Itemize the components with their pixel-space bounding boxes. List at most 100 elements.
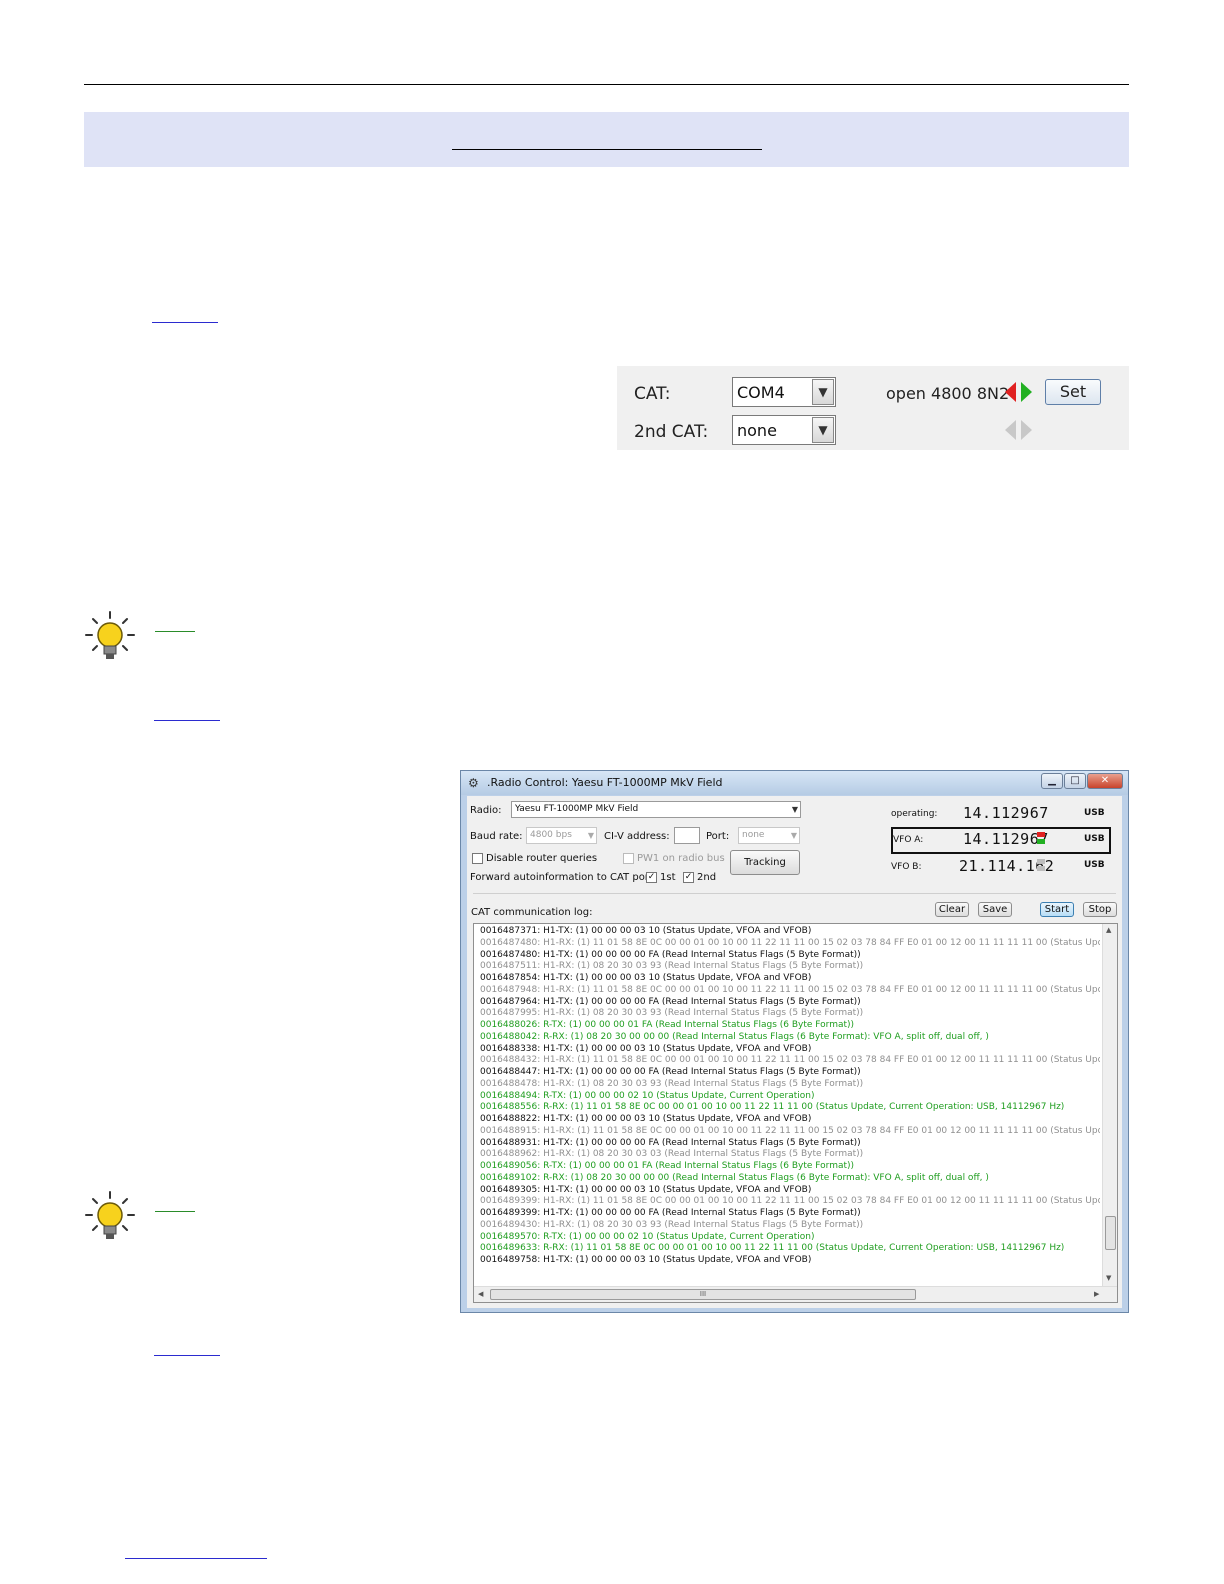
cat-label: CAT: <box>634 384 671 404</box>
vfo-a-label: VFO A: <box>893 835 924 845</box>
scroll-left-icon[interactable]: ◀ <box>478 1290 483 1298</box>
port-status-text: open 4800 8N2 <box>886 384 1010 403</box>
log-line: 0016488962: H1-RX: (1) 08 20 30 03 03 (R… <box>480 1149 864 1160</box>
minimize-button[interactable]: ▁ <box>1041 773 1063 789</box>
forward-2nd-label: 2nd <box>697 872 717 883</box>
log-line: 0016488338: H1-TX: (1) 00 00 00 03 10 (S… <box>480 1043 812 1054</box>
operating-mode: USB <box>1084 808 1105 818</box>
forward-2nd-checkbox[interactable]: ✓ <box>683 872 694 883</box>
save-button[interactable]: Save <box>978 902 1012 917</box>
civ-address-label: CI-V address: <box>604 831 670 842</box>
baud-rate-select[interactable]: 4800 bps ▼ <box>526 827 597 844</box>
second-cat-label: 2nd CAT: <box>634 422 709 442</box>
rx-arrow-icon <box>1021 382 1032 402</box>
vfo-b-label: VFO B: <box>891 862 922 872</box>
log-line: 0016489305: H1-TX: (1) 00 00 00 03 10 (S… <box>480 1184 812 1195</box>
scroll-up-icon[interactable]: ▲ <box>1106 926 1111 934</box>
civ-address-input[interactable] <box>674 827 700 844</box>
second-cat-port-select[interactable]: none ▼ <box>732 415 836 445</box>
radio-select-value: Yaesu FT-1000MP MkV Field <box>515 804 639 814</box>
disable-router-label: Disable router queries <box>486 853 598 864</box>
log-line: 0016489056: R-TX: (1) 00 00 00 01 FA (Re… <box>480 1161 855 1171</box>
hyperlink[interactable] <box>154 720 220 721</box>
radio-label: Radio: <box>470 805 502 816</box>
log-line: 0016487854: H1-TX: (1) 00 00 00 03 10 (S… <box>480 973 812 983</box>
cat-log[interactable]: 0016487371: H1-TX: (1) 00 00 00 03 10 (S… <box>473 923 1118 1303</box>
log-line: 0016487480: H1-RX: (1) 11 01 58 8E 0C 00… <box>480 937 1100 948</box>
header-title-underline <box>452 149 762 150</box>
log-line: 0016488931: H1-TX: (1) 00 00 00 00 FA (R… <box>480 1137 861 1148</box>
cat-port-select[interactable]: COM4 ▼ <box>732 377 836 407</box>
radio-control-window: ⚙ .Radio Control: Yaesu FT-1000MP MkV Fi… <box>460 770 1129 1313</box>
header-band <box>84 112 1129 167</box>
chevron-down-icon[interactable]: ▼ <box>812 417 834 443</box>
log-line: 0016489430: H1-RX: (1) 08 20 30 03 93 (R… <box>480 1219 864 1230</box>
log-line: 0016488432: H1-RX: (1) 11 01 58 8E 0C 00… <box>480 1055 1100 1066</box>
log-lines: 0016487371: H1-TX: (1) 00 00 00 03 10 (S… <box>480 926 1100 1267</box>
log-label: CAT communication log: <box>471 907 593 918</box>
baud-rate-label: Baud rate: <box>470 831 523 842</box>
lightbulb-icon <box>85 1191 135 1239</box>
log-line: 0016488026: R-TX: (1) 00 00 00 01 FA (Re… <box>480 1020 855 1030</box>
stop-button[interactable]: Stop <box>1083 902 1117 917</box>
log-line: 0016487480: H1-TX: (1) 00 00 00 00 FA (R… <box>480 949 861 960</box>
cat-port-panel: CAT: COM4 ▼ open 4800 8N2 Set 2nd CAT: n… <box>617 366 1129 450</box>
set-button[interactable]: Set <box>1045 379 1101 405</box>
scroll-right-icon[interactable]: ▶ <box>1094 1290 1099 1298</box>
vertical-scrollbar[interactable]: ▲ ▼ <box>1102 924 1117 1286</box>
log-line: 0016489399: H1-RX: (1) 11 01 58 8E 0C 00… <box>480 1196 1100 1207</box>
forward-1st-label: 1st <box>660 872 676 883</box>
hyperlink[interactable] <box>125 1558 267 1559</box>
app-icon: ⚙ <box>468 776 479 790</box>
vfo-a-tx-indicator <box>1037 832 1045 837</box>
log-line: 0016487511: H1-RX: (1) 08 20 30 03 93 (R… <box>480 961 864 972</box>
close-button[interactable]: ✕ <box>1087 773 1123 789</box>
clear-button[interactable]: Clear <box>935 902 969 917</box>
pw1-checkbox[interactable] <box>623 853 634 864</box>
chevron-down-icon[interactable]: ▼ <box>812 379 834 405</box>
port-select[interactable]: none ▼ <box>738 827 800 844</box>
cat-port-value: COM4 <box>737 383 785 402</box>
section-divider <box>473 893 1116 894</box>
vfo-b-rx-indicator <box>1037 866 1045 871</box>
log-line: 0016487995: H1-RX: (1) 08 20 30 03 93 (R… <box>480 1008 864 1019</box>
second-cat-port-value: none <box>737 421 777 440</box>
log-line: 0016487371: H1-TX: (1) 00 00 00 03 10 (S… <box>480 926 812 936</box>
vfo-a-frequency: 14.112967 <box>963 830 1049 848</box>
start-button[interactable]: Start <box>1040 902 1074 917</box>
baud-rate-value: 4800 bps <box>530 830 572 840</box>
port-label: Port: <box>706 831 730 842</box>
horizontal-scrollbar[interactable]: ◀ III ▶ <box>474 1286 1117 1302</box>
tx-rx-indicator-icon <box>1005 382 1032 402</box>
forward-1st-checkbox[interactable]: ✓ <box>646 872 657 883</box>
log-line: 0016488447: H1-TX: (1) 00 00 00 00 FA (R… <box>480 1067 861 1077</box>
log-line: 0016489102: R-RX: (1) 08 20 30 00 00 00 … <box>480 1172 989 1183</box>
forward-label: Forward autoinformation to CAT port: <box>470 872 657 883</box>
inactive-indicator-icon <box>1005 420 1032 440</box>
log-line: 0016487948: H1-RX: (1) 11 01 58 8E 0C 00… <box>480 984 1100 995</box>
chevron-down-icon: ▼ <box>587 831 594 840</box>
scroll-thumb[interactable]: III <box>490 1289 916 1300</box>
log-line: 0016489570: R-TX: (1) 00 00 00 02 10 (St… <box>480 1231 815 1242</box>
log-line: 0016488556: R-RX: (1) 11 01 58 8E 0C 00 … <box>480 1102 1065 1113</box>
vfo-a-mode: USB <box>1084 834 1105 844</box>
hyperlink[interactable] <box>154 1355 220 1356</box>
scroll-thumb[interactable] <box>1105 1216 1116 1250</box>
window-body: Radio: Yaesu FT-1000MP MkV Field ▼ Baud … <box>467 796 1122 1308</box>
scroll-down-icon[interactable]: ▼ <box>1106 1274 1111 1282</box>
vfo-a-rx-indicator <box>1037 839 1045 844</box>
log-line: 0016489399: H1-TX: (1) 00 00 00 00 FA (R… <box>480 1208 861 1218</box>
hyperlink[interactable] <box>152 322 218 323</box>
chevron-down-icon[interactable]: ▼ <box>792 802 798 817</box>
log-line: 0016488822: H1-TX: (1) 00 00 00 03 10 (S… <box>480 1114 812 1124</box>
tip-label-underline <box>155 631 195 632</box>
log-line: 0016489633: R-RX: (1) 11 01 58 8E 0C 00 … <box>480 1243 1065 1254</box>
radio-select[interactable]: Yaesu FT-1000MP MkV Field ▼ <box>511 801 801 818</box>
window-titlebar[interactable]: ⚙ .Radio Control: Yaesu FT-1000MP MkV Fi… <box>461 771 1128 795</box>
window-title: .Radio Control: Yaesu FT-1000MP MkV Fiel… <box>487 776 723 789</box>
maximize-button[interactable]: □ <box>1064 773 1086 789</box>
disable-router-checkbox[interactable] <box>472 853 483 864</box>
tracking-button[interactable]: Tracking <box>730 850 800 875</box>
vfo-b-mode: USB <box>1084 860 1105 870</box>
lightbulb-icon <box>85 611 135 659</box>
